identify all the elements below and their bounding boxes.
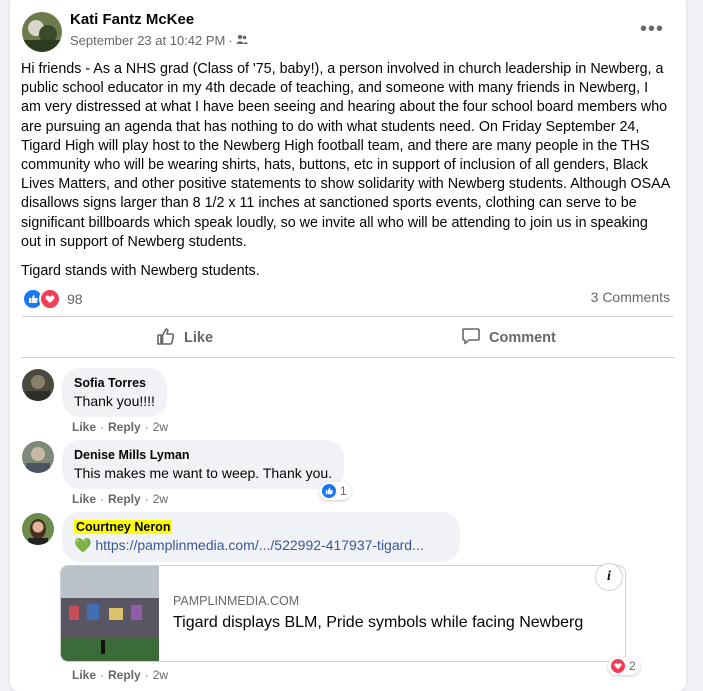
comment-actions: Like · Reply · 2w	[72, 492, 169, 506]
comment-author[interactable]: Sofia Torres	[74, 376, 155, 390]
comment-author[interactable]: Courtney Neron	[74, 520, 173, 534]
divider	[22, 357, 674, 358]
comment-like-link[interactable]: Like	[72, 492, 96, 506]
more-options-icon[interactable]: •••	[640, 18, 664, 41]
comment-button[interactable]: Comment	[461, 326, 556, 350]
link-preview-domain: PAMPLINMEDIA.COM	[173, 594, 300, 608]
comment-reaction-count: 2	[629, 659, 636, 673]
comment-button-label: Comment	[489, 330, 556, 346]
like-button[interactable]: Like	[156, 326, 213, 350]
divider	[22, 316, 674, 317]
comment-author[interactable]: Denise Mills Lyman	[74, 448, 332, 462]
post-timestamp[interactable]: September 23 at 10:42 PM	[70, 33, 225, 48]
reactions-summary[interactable]: 98	[22, 288, 83, 310]
post-meta: September 23 at 10:42 PM ·	[70, 33, 248, 48]
comment-icon	[461, 326, 481, 350]
post-author-name[interactable]: Kati Fantz McKee	[70, 11, 194, 28]
like-button-label: Like	[184, 330, 214, 346]
post-paragraph: Tigard stands with Newberg students.	[21, 263, 260, 280]
comment-reactions[interactable]: 1	[319, 482, 351, 500]
comment-like-link[interactable]: Like	[72, 668, 96, 682]
link-preview-card[interactable]: PAMPLINMEDIA.COM Tigard displays BLM, Pr…	[60, 565, 626, 662]
post-paragraph: Hi friends - As a NHS grad (Class of '75…	[21, 61, 670, 250]
post-body: Hi friends - As a NHS grad (Class of '75…	[21, 60, 671, 291]
comment-reactions[interactable]: 2	[608, 657, 640, 675]
commenter-avatar[interactable]	[22, 513, 54, 545]
love-reaction-icon	[610, 658, 626, 674]
commenter-avatar[interactable]	[22, 369, 54, 401]
reaction-count: 98	[67, 291, 83, 307]
love-reaction-icon	[39, 288, 61, 310]
comment-link[interactable]: https://pamplinmedia.com/.../522992-4179…	[95, 537, 423, 553]
comment-bubble: Sofia Torres Thank you!!!!	[62, 368, 167, 417]
comment-text: This makes me want to weep. Thank you.	[74, 465, 333, 481]
green-heart-icon: 💚	[74, 537, 92, 553]
link-preview-image	[61, 566, 159, 661]
link-preview-title[interactable]: Tigard displays BLM, Pride symbols while…	[173, 614, 583, 632]
comment-bubble: Denise Mills Lyman This makes me want to…	[62, 440, 345, 489]
comment-reaction-count: 1	[340, 484, 347, 498]
comment-age[interactable]: 2w	[153, 492, 168, 506]
post-card: Kati Fantz McKee September 23 at 10:42 P…	[10, 0, 686, 691]
author-avatar[interactable]	[22, 12, 62, 52]
comment-actions: Like · Reply · 2w	[72, 668, 169, 682]
comment-actions: Like · Reply · 2w	[72, 420, 169, 434]
comment-reply-link[interactable]: Reply	[108, 420, 141, 434]
comment-reply-link[interactable]: Reply	[108, 492, 141, 506]
comment-age[interactable]: 2w	[153, 420, 168, 434]
like-reaction-icon	[321, 483, 337, 499]
info-icon[interactable]: i	[595, 563, 623, 591]
comment-bubble: Courtney Neron 💚 https://pamplinmedia.co…	[62, 512, 460, 562]
comment-text: Thank you!!!!	[74, 393, 155, 409]
friends-icon[interactable]	[236, 33, 248, 48]
comment-like-link[interactable]: Like	[72, 420, 96, 434]
thumbs-up-icon	[156, 326, 176, 350]
comment-reply-link[interactable]: Reply	[108, 668, 141, 682]
comment-age[interactable]: 2w	[153, 668, 168, 682]
commenter-avatar[interactable]	[22, 441, 54, 473]
comments-count[interactable]: 3 Comments	[591, 289, 670, 305]
